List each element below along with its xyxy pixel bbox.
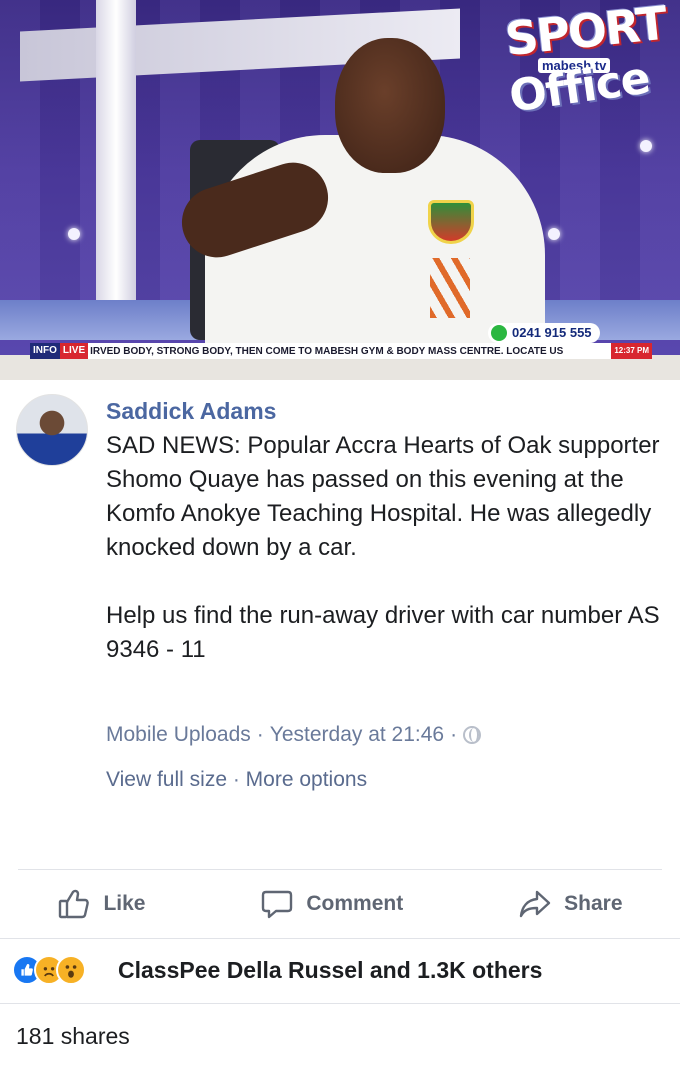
club-crest-icon — [428, 200, 474, 244]
ticker-text: IRVED BODY, STRONG BODY, THEN COME TO MA… — [90, 345, 564, 357]
post-timestamp[interactable]: Yesterday at 21:46 — [270, 723, 444, 747]
phone-number: 0241 915 555 — [512, 325, 592, 340]
album-link[interactable]: Mobile Uploads — [106, 723, 251, 747]
post-text: SAD NEWS: Popular Accra Hearts of Oak su… — [106, 429, 666, 667]
divider — [18, 869, 662, 870]
thumbs-up-icon — [59, 889, 90, 919]
like-button[interactable]: Like — [57, 887, 145, 921]
ticker-info-tag: INFO — [30, 343, 60, 359]
link-separator: · — [227, 768, 246, 791]
more-options-link[interactable]: More options — [246, 768, 367, 791]
comment-label: Comment — [306, 892, 404, 915]
comment-button[interactable]: Comment — [260, 887, 403, 921]
divider — [0, 1003, 680, 1004]
globe-icon — [463, 726, 482, 744]
action-bar: Like Comment Share — [0, 872, 680, 936]
meta-separator: · — [256, 723, 264, 746]
post-paragraph: Help us find the run-away driver with ca… — [106, 602, 660, 663]
ticker-time: 12:37 PM — [611, 343, 652, 359]
author-name[interactable]: Saddick Adams — [106, 398, 276, 425]
news-ticker: INFO LIVE IRVED BODY, STRONG BODY, THEN … — [30, 343, 652, 359]
post-photo[interactable]: SPORT mabesh tv Office 0241 915 555 INFO… — [0, 0, 680, 380]
like-label: Like — [103, 892, 146, 915]
shirt-stripes — [430, 258, 470, 318]
share-arrow-icon — [519, 890, 551, 918]
photo-links: View full size · More options — [106, 768, 367, 792]
reaction-summary[interactable]: ClassPee Della Russel and 1.3K others — [118, 957, 542, 984]
presenter-head — [335, 38, 445, 173]
share-label: Share — [564, 892, 623, 915]
studio-pillar — [96, 0, 136, 340]
ticker-live-tag: LIVE — [59, 343, 89, 359]
meta-separator: · — [450, 723, 458, 746]
wow-reaction-icon — [56, 955, 86, 985]
share-button[interactable]: Share — [518, 887, 623, 921]
reaction-icons[interactable] — [12, 955, 86, 985]
show-logo: SPORT mabesh tv Office — [500, 0, 680, 150]
post-meta: Mobile Uploads · Yesterday at 21:46 · — [106, 723, 482, 747]
phone-banner: 0241 915 555 — [488, 323, 600, 343]
post-paragraph: SAD NEWS: Popular Accra Hearts of Oak su… — [106, 432, 660, 561]
author-avatar[interactable] — [16, 394, 88, 466]
view-full-size-link[interactable]: View full size — [106, 768, 227, 791]
whatsapp-icon — [491, 325, 507, 341]
divider — [0, 938, 680, 939]
share-count[interactable]: 181 shares — [16, 1023, 130, 1050]
comment-bubble-icon — [262, 890, 293, 919]
